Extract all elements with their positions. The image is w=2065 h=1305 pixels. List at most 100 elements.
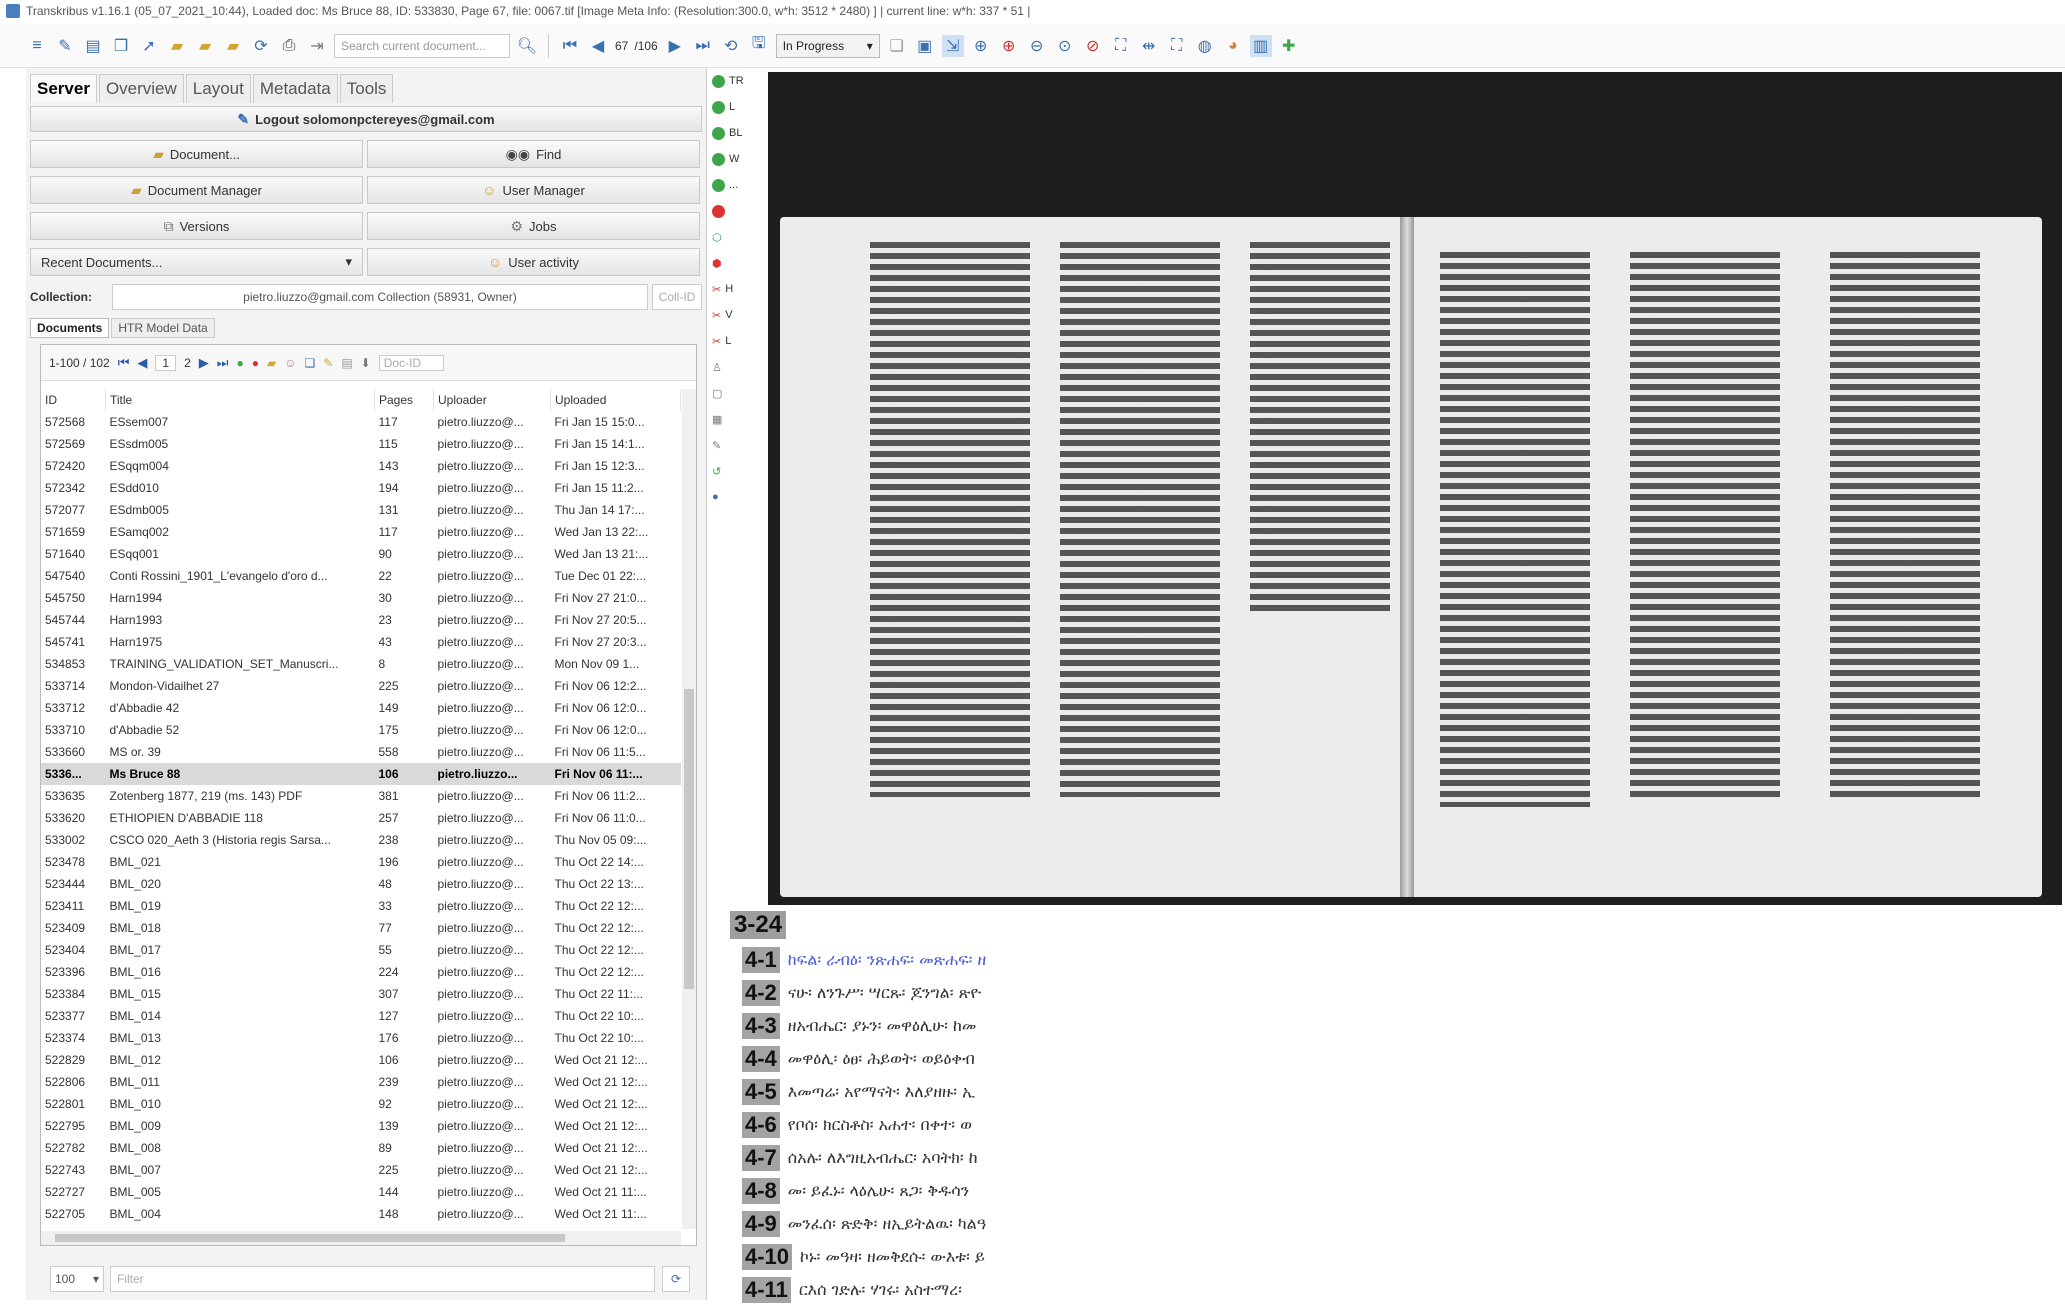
table-row[interactable]: 5336... Ms Bruce 88 106 pietro.liuzzo... Fri… <box>41 763 681 785</box>
split-v-button[interactable]: ✂ V <box>706 302 766 328</box>
zoom-in-icon[interactable]: ⊕ <box>998 35 1020 57</box>
column-header-pages[interactable]: Pages <box>374 389 434 411</box>
window-icon[interactable]: ❐ <box>110 35 132 57</box>
layout-icon[interactable]: ▤ <box>82 35 104 57</box>
table-row[interactable]: 522795 BML_009 139 pietro.liuzzo@... Wed Oct… <box>41 1115 681 1137</box>
fit-width-icon[interactable]: ⇹ <box>1138 35 1160 57</box>
table-row[interactable]: 522806 BML_011 239 pietro.liuzzo@... Wed Oct… <box>41 1071 681 1093</box>
find-button[interactable]: ◉◉ Find <box>367 140 700 168</box>
status-select[interactable]: In Progress ▾ <box>775 33 880 58</box>
jobs-button[interactable]: ⚙ Jobs <box>367 212 700 240</box>
refresh-icon[interactable]: ⟳ <box>250 35 272 57</box>
arrow-icon[interactable]: ➚ <box>138 35 160 57</box>
prev-page-icon[interactable]: ◀ <box>587 35 609 57</box>
split-shape-button[interactable]: ⬢ <box>706 250 766 276</box>
status-l[interactable]: L <box>706 94 766 120</box>
next-page-icon[interactable]: ▶ <box>199 355 209 371</box>
table-row[interactable]: 522705 BML_004 148 pietro.liuzzo@... Wed Oct… <box>41 1203 681 1225</box>
line-text[interactable]: ሰአሉ፡ ለእግዚአብሔር፡ አባትክ፡ ከ <box>788 1148 978 1168</box>
line-text[interactable]: እመጣሬ፡ አየማናት፡ እለያዘዙ፡ ኢ <box>788 1082 976 1102</box>
image-icon[interactable]: ▣ <box>914 35 936 57</box>
table-row[interactable]: 545750 Harn1994 30 pietro.liuzzo@... Fri Nov… <box>41 587 681 609</box>
search-document-input[interactable]: Search current document... <box>334 33 510 58</box>
split-h-button[interactable]: ✂ H <box>706 276 766 302</box>
table-row[interactable]: 572077 ESdmb005 131 pietro.liuzzo@... Thu Ja… <box>41 499 681 521</box>
select-mode-icon[interactable]: ⇲ <box>941 34 964 57</box>
table-row[interactable]: 523377 BML_014 127 pietro.liuzzo@... Thu Oct… <box>41 1005 681 1027</box>
copy-icon[interactable]: ❏ <box>886 35 908 57</box>
line-text[interactable]: ከፍል፡ ራብዕ፡ ንጽሐፍ፡ መጽሐፍ፡ ዘ <box>788 950 986 970</box>
column-header-id[interactable]: ID <box>41 389 106 411</box>
export-icon[interactable]: ▤ <box>341 356 352 370</box>
split-l-button[interactable]: ✂ L <box>706 328 766 354</box>
folder-icon[interactable]: ▰ <box>267 356 276 370</box>
download-icon[interactable]: ⬇ <box>361 356 371 370</box>
edit-icon[interactable]: ✎ <box>323 356 333 370</box>
fit-page-icon[interactable]: ⛶ <box>1110 35 1132 57</box>
table-row[interactable]: 523411 BML_019 33 pietro.liuzzo@... Thu Oct … <box>41 895 681 917</box>
table-row[interactable]: 522829 BML_012 106 pietro.liuzzo@... Wed Oct… <box>41 1049 681 1071</box>
horizontal-scrollbar[interactable] <box>41 1231 681 1245</box>
table-row[interactable]: 522801 BML_010 92 pietro.liuzzo@... Wed Oct … <box>41 1093 681 1115</box>
table-row[interactable]: 533620 ETHIOPIEN D'ABBADIE 118 257 pietro.l… <box>41 807 681 829</box>
palette-icon[interactable]: ◕ <box>1222 35 1244 57</box>
last-page-icon[interactable]: ⏭ <box>692 35 714 57</box>
table-row[interactable]: 545744 Harn1993 23 pietro.liuzzo@... Fri Nov… <box>41 609 681 631</box>
vertical-scrollbar[interactable] <box>682 389 696 1229</box>
fit-height-icon[interactable]: ⛶ <box>1166 35 1188 57</box>
user-activity-button[interactable]: ☺ User activity <box>367 248 700 276</box>
line-text[interactable]: ዘአብሔር፡ ያኑን፡ መዋዕሊሁ፡ ከመ <box>788 1016 977 1036</box>
table-row[interactable]: 572420 ESqqm004 143 pietro.liuzzo@... Fri Ja… <box>41 455 681 477</box>
table-row[interactable]: 572569 ESsdm005 115 pietro.liuzzo@... Fri Ja… <box>41 433 681 455</box>
table-row[interactable]: 533712 d'Abbadie 42 149 pietro.liuzzo@... Fr… <box>41 697 681 719</box>
folder-down-icon[interactable]: ▰ <box>222 35 244 57</box>
print-icon[interactable]: ⎙ <box>278 35 300 57</box>
page-size-select[interactable]: 100 ▾ <box>50 1266 104 1292</box>
table-row[interactable]: 572342 ESdd010 194 pietro.liuzzo@... Fri Jan… <box>41 477 681 499</box>
doc-id-input[interactable]: Doc-ID <box>378 354 445 371</box>
table-row[interactable]: 523409 BML_018 77 pietro.liuzzo@... Thu Oct … <box>41 917 681 939</box>
column-header-uploader[interactable]: Uploader <box>433 389 551 411</box>
collection-id-input[interactable]: Coll-ID <box>652 284 702 310</box>
table-row[interactable]: 571640 ESqq001 90 pietro.liuzzo@... Wed Jan … <box>41 543 681 565</box>
line-text[interactable]: መ፡ ይፈኑ፡ ላዕሌሁ፡ ጸጋ፡ ቅዱሳን <box>788 1181 969 1201</box>
table-row[interactable]: 522743 BML_007 225 pietro.liuzzo@... Wed Oct… <box>41 1159 681 1181</box>
table-row[interactable]: 533710 d'Abbadie 52 175 pietro.liuzzo@... Fr… <box>41 719 681 741</box>
reload-icon[interactable]: ● <box>237 356 244 370</box>
globe-icon[interactable]: ◍ <box>1194 35 1216 57</box>
transcription-line[interactable]: 4-2 ናሁ፡ ለንጉሥ፡ ሣርጹ፡ ጆንግል፡ ጽዮ <box>742 978 981 1008</box>
next-page-icon[interactable]: ▶ <box>664 35 686 57</box>
transcription-line[interactable]: 4-5 እመጣሬ፡ አየማናት፡ እለያዘዙ፡ ኢ <box>742 1077 975 1107</box>
table-row[interactable]: 523478 BML_021 196 pietro.liuzzo@... Thu Oct… <box>41 851 681 873</box>
tab-server[interactable]: Server <box>30 74 97 103</box>
export-icon[interactable]: ⇥ <box>306 35 328 57</box>
user-manager-button[interactable]: ☺ User Manager <box>367 176 700 204</box>
table-row[interactable]: 523396 BML_016 224 pietro.liuzzo@... Thu Oct… <box>41 961 681 983</box>
prev-page-icon[interactable]: ◀ <box>137 355 147 371</box>
table-row[interactable]: 547540 Conti Rossini_1901_L'evangelo d'or… <box>41 565 681 587</box>
undo-tool-button[interactable]: ↺ <box>706 458 766 484</box>
table-row[interactable]: 522727 BML_005 144 pietro.liuzzo@... Wed Oct… <box>41 1181 681 1203</box>
transcription-line[interactable]: 4-11 ርእሰ ገድሉ፡ ሃገሩ፡ አስተማረ፡ <box>742 1275 962 1305</box>
table-row[interactable]: 533660 MS or. 39 558 pietro.liuzzo@... Fri N… <box>41 741 681 763</box>
table-tool-button[interactable]: ▦ <box>706 406 766 432</box>
table-row[interactable]: 523444 BML_020 48 pietro.liuzzo@... Thu Oct … <box>41 873 681 895</box>
tab-layout[interactable]: Layout <box>185 74 251 103</box>
user-icon[interactable]: ☺ <box>284 356 296 370</box>
line-text[interactable]: መንፈሰ፡ ጽድቅ፡ ዘኢይትልዉ፡ ካልዓ <box>788 1214 986 1234</box>
transcription-editor[interactable]: 3-24 4-1 ከፍል፡ ራብዕ፡ ንጽሐፍ፡ መጽሐፍ፡ ዘ 4-2 ናሁ፡ ለን… <box>730 905 2060 1303</box>
merge-shape-button[interactable]: ⬡ <box>706 224 766 250</box>
status-more[interactable]: ... <box>706 172 766 198</box>
zoom-out-icon[interactable]: ⊖ <box>1026 35 1048 57</box>
table-row[interactable]: 523404 BML_017 55 pietro.liuzzo@... Thu Oct … <box>41 939 681 961</box>
pager-page-1[interactable]: 1 <box>155 354 177 371</box>
table-row[interactable]: 533002 CSCO 020_Aeth 3 (Historia regis Sa… <box>41 829 681 851</box>
delete-icon[interactable]: ● <box>252 356 259 370</box>
menu-icon[interactable]: ≡ <box>26 35 48 57</box>
table-row[interactable]: 534853 TRAINING_VALIDATION_SET_Manuscri..… <box>41 653 681 675</box>
table-row[interactable]: 533635 Zotenberg 1877, 219 (ms. 143) PDF 3… <box>41 785 681 807</box>
line-text[interactable]: ናሁ፡ ለንጉሥ፡ ሣርጹ፡ ጆንግል፡ ጽዮ <box>788 983 981 1003</box>
first-page-icon[interactable]: ⏮ <box>559 35 581 57</box>
help-tool-button[interactable]: ● <box>706 484 766 510</box>
table-row[interactable]: 522782 BML_008 89 pietro.liuzzo@... Wed Oct … <box>41 1137 681 1159</box>
